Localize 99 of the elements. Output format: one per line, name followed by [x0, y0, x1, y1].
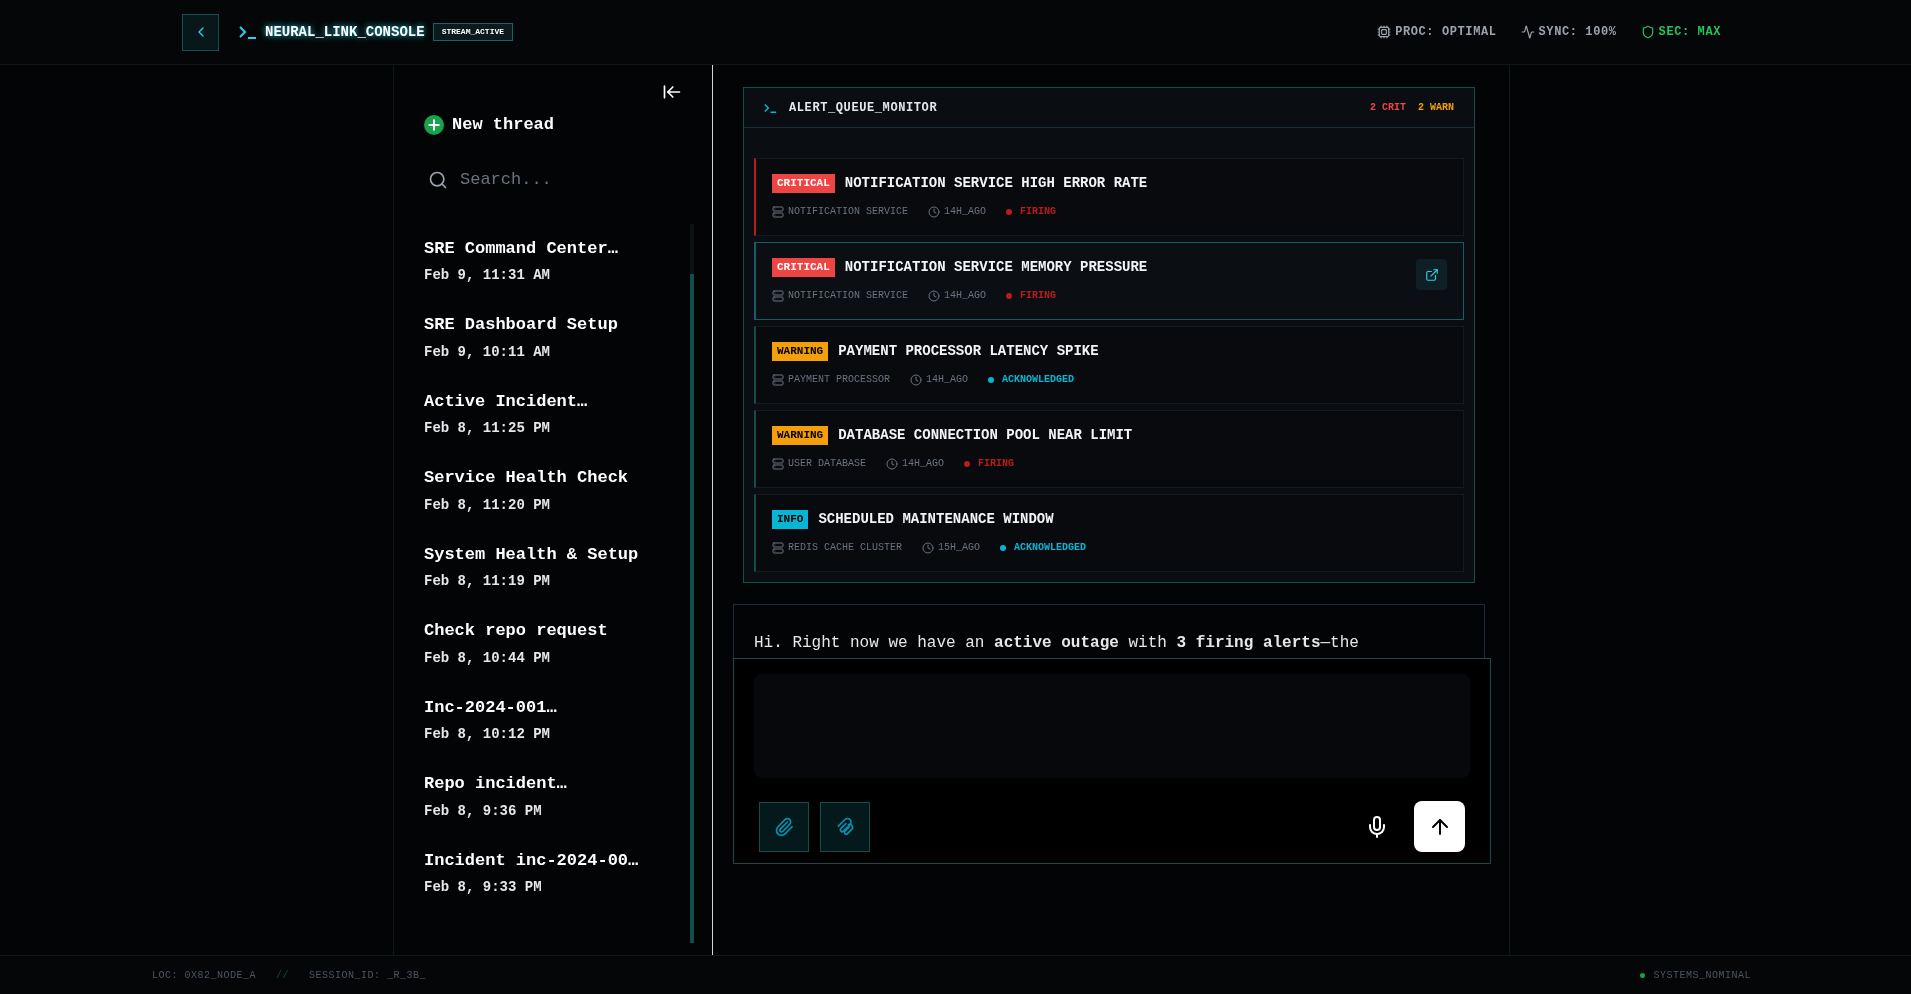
terminal-prompt-icon [764, 102, 777, 113]
clock-icon [922, 541, 935, 554]
search-input[interactable]: Search... [460, 166, 660, 193]
search-icon [428, 169, 448, 190]
external-link-icon [1424, 267, 1439, 282]
alert-service: USER DATABASE [788, 457, 866, 471]
clock-icon [886, 457, 898, 470]
double-paperclip-icon [835, 816, 855, 837]
thread-item[interactable]: System Health & Setup Feb 8, 11:19 PM [424, 541, 690, 592]
thread-title: Check repo request [424, 620, 609, 642]
alert-count: 2 WARN [1418, 101, 1454, 115]
collapse-sidebar-icon[interactable] [662, 82, 682, 102]
alert-age: 14H_AGO [926, 373, 969, 387]
scrollbar-thumb[interactable] [690, 273, 694, 943]
thread-time: Feb 9, 10:11 AM [424, 342, 552, 362]
thread-item[interactable]: Check repo request Feb 8, 10:44 PM [424, 618, 690, 669]
alert-title: NOTIFICATION SERVICE MEMORY PRESSURE [844, 258, 1148, 277]
thread-title: SRE Command Center… [424, 237, 619, 260]
status-indicator: SYNC: 100% [1538, 24, 1617, 41]
alert-card[interactable]: CRITICAL NOTIFICATION SERVICE MEMORY PRESSURE NOTIFICATION SERVICE 14H_AGO FIRING [754, 242, 1464, 320]
alert-count: 2 CRIT [1369, 101, 1406, 115]
severity-badge: INFO [772, 510, 809, 529]
thread-time: Feb 8, 10:12 PM [424, 725, 552, 744]
open-external-button[interactable] [1416, 259, 1447, 290]
thread-time: Feb 8, 9:33 PM [424, 878, 543, 897]
attach-file-button[interactable] [820, 801, 870, 852]
alert-service: PAYMENT PROCESSOR [788, 373, 891, 387]
paperclip-icon [774, 816, 794, 837]
server-icon [772, 289, 784, 302]
alert-status: FIRING [978, 457, 1015, 471]
shield-icon [1640, 25, 1655, 39]
thread-item[interactable]: Active Incident… Feb 8, 11:25 PM [424, 388, 690, 439]
system-status: SYSTEMS_NOMINAL [1653, 968, 1751, 983]
alert-service: REDIS CACHE CLUSTER [788, 541, 903, 555]
send-button[interactable] [1414, 801, 1465, 852]
location-label: LOC: 0X82_NODE_A [152, 968, 256, 983]
chip-icon [1377, 25, 1392, 39]
alert-service: NOTIFICATION SERVICE [788, 289, 909, 303]
thread-title: Service Health Check [424, 467, 630, 489]
server-icon [772, 205, 784, 218]
alert-card[interactable]: INFO SCHEDULED MAINTENANCE WINDOW REDIS CACHE CLUSTER 15H_AGO ACKNOWLEDGED [754, 494, 1464, 572]
thread-title: Inc-2024-001… [424, 696, 558, 719]
alert-status: ACKNOWLEDGED [1002, 373, 1075, 387]
alert-title: SCHEDULED MAINTENANCE WINDOW [818, 510, 1054, 529]
clock-icon [928, 205, 941, 218]
plus-icon [424, 114, 444, 135]
new-thread-button[interactable]: New thread [424, 112, 555, 138]
alert-title: PAYMENT PROCESSOR LATENCY SPIKE [838, 342, 1099, 361]
attach-button[interactable] [759, 801, 809, 852]
thread-time: Feb 8, 10:44 PM [424, 648, 552, 668]
alert-status: ACKNOWLEDGED [1014, 541, 1087, 555]
clock-icon [928, 289, 941, 302]
thread-title: System Health & Setup [424, 543, 640, 566]
thread-item[interactable]: SRE Dashboard Setup Feb 9, 10:11 AM [424, 312, 690, 363]
severity-badge: WARNING [772, 342, 829, 361]
alert-title: DATABASE CONNECTION POOL NEAR LIMIT [838, 426, 1133, 445]
alert-age: 14H_AGO [902, 457, 945, 471]
alert-age: 14H_AGO [944, 289, 987, 303]
thread-title: Repo incident… [424, 773, 568, 795]
thread-item[interactable]: Inc-2024-001… Feb 8, 10:12 PM [424, 694, 690, 745]
thread-item[interactable]: Incident inc-2024-00… Feb 8, 9:33 PM [424, 847, 690, 898]
app-title: NEURAL_LINK_CONSOLE [265, 22, 425, 42]
alert-status: FIRING [1020, 289, 1057, 303]
server-icon [772, 457, 784, 470]
server-icon [772, 373, 784, 386]
thread-time: Feb 8, 11:19 PM [424, 572, 552, 591]
thread-title: Incident inc-2024-00… [424, 849, 640, 872]
panel-title: ALERT_QUEUE_MONITOR [789, 99, 938, 117]
alert-card[interactable]: WARNING DATABASE CONNECTION POOL NEAR LIMIT USER DATABASE 14H_AGO FIRING [754, 410, 1464, 488]
thread-item[interactable]: Repo incident… Feb 8, 9:36 PM [424, 771, 690, 822]
severity-badge: WARNING [772, 426, 829, 445]
thread-time: Feb 8, 11:20 PM [424, 495, 552, 515]
session-label: SESSION_ID: _R_3B_ [309, 968, 427, 983]
message-text: Hi. Right now we have an active outage with 3 firing alerts—the [754, 633, 1360, 654]
status-indicator: PROC: OPTIMAL [1395, 24, 1497, 41]
search-field[interactable]: Search... [424, 165, 694, 194]
clock-icon [910, 373, 923, 386]
pulse-icon [1520, 25, 1535, 39]
thread-title: Active Incident… [424, 390, 589, 413]
alert-title: NOTIFICATION SERVICE HIGH ERROR RATE [844, 174, 1148, 193]
thread-time: Feb 9, 11:31 AM [424, 266, 552, 285]
alert-card[interactable]: WARNING PAYMENT PROCESSOR LATENCY SPIKE PAYMENT PROCESSOR 14H_AGO ACKNOWLEDGED [754, 326, 1464, 404]
alert-service: NOTIFICATION SERVICE [788, 205, 909, 219]
status-indicator: SEC: MAX [1658, 24, 1721, 41]
alert-age: 14H_AGO [944, 205, 987, 219]
separator: // [276, 968, 290, 983]
thread-title: SRE Dashboard Setup [424, 314, 619, 336]
stream-status-badge: STREAM_ACTIVE [432, 23, 514, 41]
severity-badge: CRITICAL [772, 174, 835, 193]
thread-item[interactable]: Service Health Check Feb 8, 11:20 PM [424, 465, 690, 516]
alert-status: FIRING [1020, 205, 1057, 219]
thread-time: Feb 8, 11:25 PM [424, 419, 552, 438]
thread-time: Feb 8, 9:36 PM [424, 801, 543, 821]
terminal-prompt-icon [239, 25, 257, 39]
server-icon [772, 541, 784, 554]
severity-badge: CRITICAL [772, 258, 835, 277]
alert-card[interactable]: CRITICAL NOTIFICATION SERVICE HIGH ERROR RATE NOTIFICATION SERVICE 14H_AGO FIRING [754, 158, 1464, 236]
thread-item[interactable]: SRE Command Center… Feb 9, 11:31 AM [424, 235, 690, 286]
alert-age: 15H_AGO [938, 541, 981, 555]
